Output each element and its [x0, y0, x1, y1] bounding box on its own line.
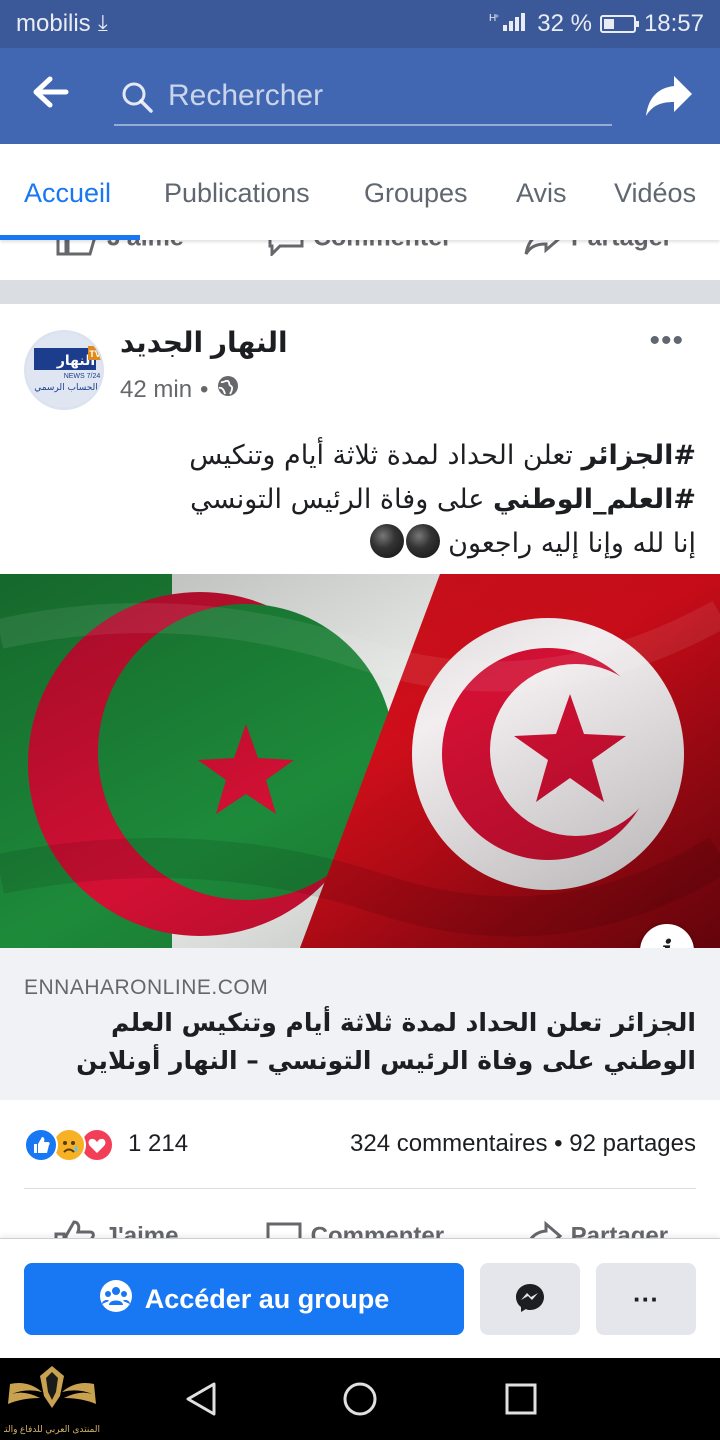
black-circle-emoji: [405, 524, 440, 558]
share-count[interactable]: 92 partages: [569, 1130, 696, 1157]
post-meta: 42 min •: [120, 374, 240, 405]
meta-dot: •: [200, 375, 209, 403]
post-text-line-3: إنا لله وإنا إليه راجعون: [24, 522, 696, 566]
active-tab-indicator: [0, 235, 140, 240]
link-domain: ENNAHARONLINE.COM: [24, 976, 269, 999]
actions-divider: [24, 1188, 696, 1189]
search-input[interactable]: [168, 76, 598, 116]
messenger-icon: [513, 1281, 547, 1318]
group-action-bar: Accéder au groupe ···: [0, 1238, 720, 1358]
post-text-line-2: #العلم_الوطني على وفاة الرئيس التونسي: [190, 484, 696, 515]
prev-comment-button[interactable]: Commenter: [266, 240, 452, 258]
post-card: النهار TV NEWS 7/24 الحساب الرسمي النهار…: [0, 304, 720, 1240]
reaction-count[interactable]: 1 214: [128, 1130, 188, 1158]
carrier-name: mobilis: [16, 10, 91, 37]
watermark-text: المنتدى العربي للدفاع والتسليح: [4, 1424, 100, 1434]
tab-videos[interactable]: Vidéos: [614, 178, 696, 209]
status-right: H⁺ 32 % 18:57: [489, 10, 704, 38]
share-icon[interactable]: [644, 72, 694, 125]
search-box[interactable]: [114, 70, 612, 126]
comment-count[interactable]: 324 commentaires: [350, 1130, 547, 1157]
search-header: [0, 48, 720, 144]
tab-groupes[interactable]: Groupes: [364, 178, 468, 209]
svg-text:H⁺: H⁺: [489, 13, 499, 24]
messenger-button[interactable]: [480, 1263, 580, 1335]
link-title: الجزائر تعلن الحداد لمدة ثلاثة أيام وتنك…: [76, 1008, 696, 1075]
globe-icon: [216, 374, 240, 405]
post-time[interactable]: 42 min: [120, 376, 192, 404]
post-options-button[interactable]: •••: [649, 324, 684, 358]
feed-separator: [0, 280, 720, 304]
prev-share-button[interactable]: Partager: [524, 240, 672, 256]
recents-nav-icon[interactable]: [504, 1380, 538, 1423]
system-navigation-bar: [0, 1358, 720, 1440]
stats-dot: •: [554, 1130, 563, 1157]
black-circle-emoji: [369, 524, 404, 558]
search-icon: [120, 80, 154, 119]
status-bar: mobilis ⤓ H⁺ 32 % 18:57: [0, 0, 720, 48]
reaction-icons[interactable]: [24, 1128, 114, 1162]
like-reaction-icon: [24, 1128, 58, 1162]
svg-text:الحساب الرسمي: الحساب الرسمي: [34, 383, 98, 393]
back-nav-icon[interactable]: [184, 1380, 218, 1423]
back-arrow-icon[interactable]: [30, 74, 78, 118]
battery-percent: 32 %: [537, 10, 592, 37]
share-button[interactable]: Partager: [524, 1220, 668, 1240]
prev-like-button[interactable]: J'aime: [56, 240, 184, 256]
signal-icon: H⁺: [489, 11, 529, 38]
download-icon: ⤓: [98, 10, 108, 35]
post-author[interactable]: النهار الجديد: [120, 326, 288, 359]
battery-icon: [599, 15, 639, 33]
hashtag-national-flag[interactable]: #العلم_الوطني: [493, 484, 696, 515]
page-tabs: Accueil Publications Groupes Avis Vidéos: [0, 144, 720, 240]
comments-shares: 324 commentaires • 92 partages: [350, 1130, 696, 1158]
link-preview[interactable]: ENNAHARONLINE.COM الجزائر تعلن الحداد لم…: [0, 948, 720, 1100]
page-avatar[interactable]: النهار TV NEWS 7/24 الحساب الرسمي: [24, 330, 104, 410]
previous-post-actions: J'aime Commenter Partager: [0, 240, 720, 280]
home-nav-icon[interactable]: [342, 1380, 378, 1423]
go-to-group-label: Accéder au groupe: [144, 1283, 390, 1314]
post-text: #الجزائر تعلن الحداد لمدة ثلاثة أيام وتن…: [24, 434, 696, 566]
like-button[interactable]: J'aime: [54, 1220, 178, 1240]
link-preview-image[interactable]: [0, 574, 720, 948]
svg-text:NEWS 7/24: NEWS 7/24: [64, 373, 101, 380]
post-actions: J'aime Commenter Partager: [0, 1204, 720, 1240]
comment-button[interactable]: Commenter: [264, 1220, 444, 1240]
tab-accueil[interactable]: Accueil: [24, 178, 111, 209]
tab-avis[interactable]: Avis: [516, 178, 567, 209]
hashtag-algeria[interactable]: #الجزائر: [582, 440, 696, 471]
more-options-button[interactable]: ···: [596, 1263, 696, 1335]
svg-text:TV: TV: [89, 349, 101, 359]
tab-publications[interactable]: Publications: [164, 178, 310, 209]
go-to-group-button[interactable]: Accéder au groupe: [24, 1263, 464, 1335]
post-text-line-1: #الجزائر تعلن الحداد لمدة ثلاثة أيام وتن…: [189, 440, 696, 471]
post-stats: 1 214 324 commentaires • 92 partages: [0, 1126, 720, 1166]
clock: 18:57: [643, 10, 704, 37]
group-icon: [99, 1279, 133, 1320]
